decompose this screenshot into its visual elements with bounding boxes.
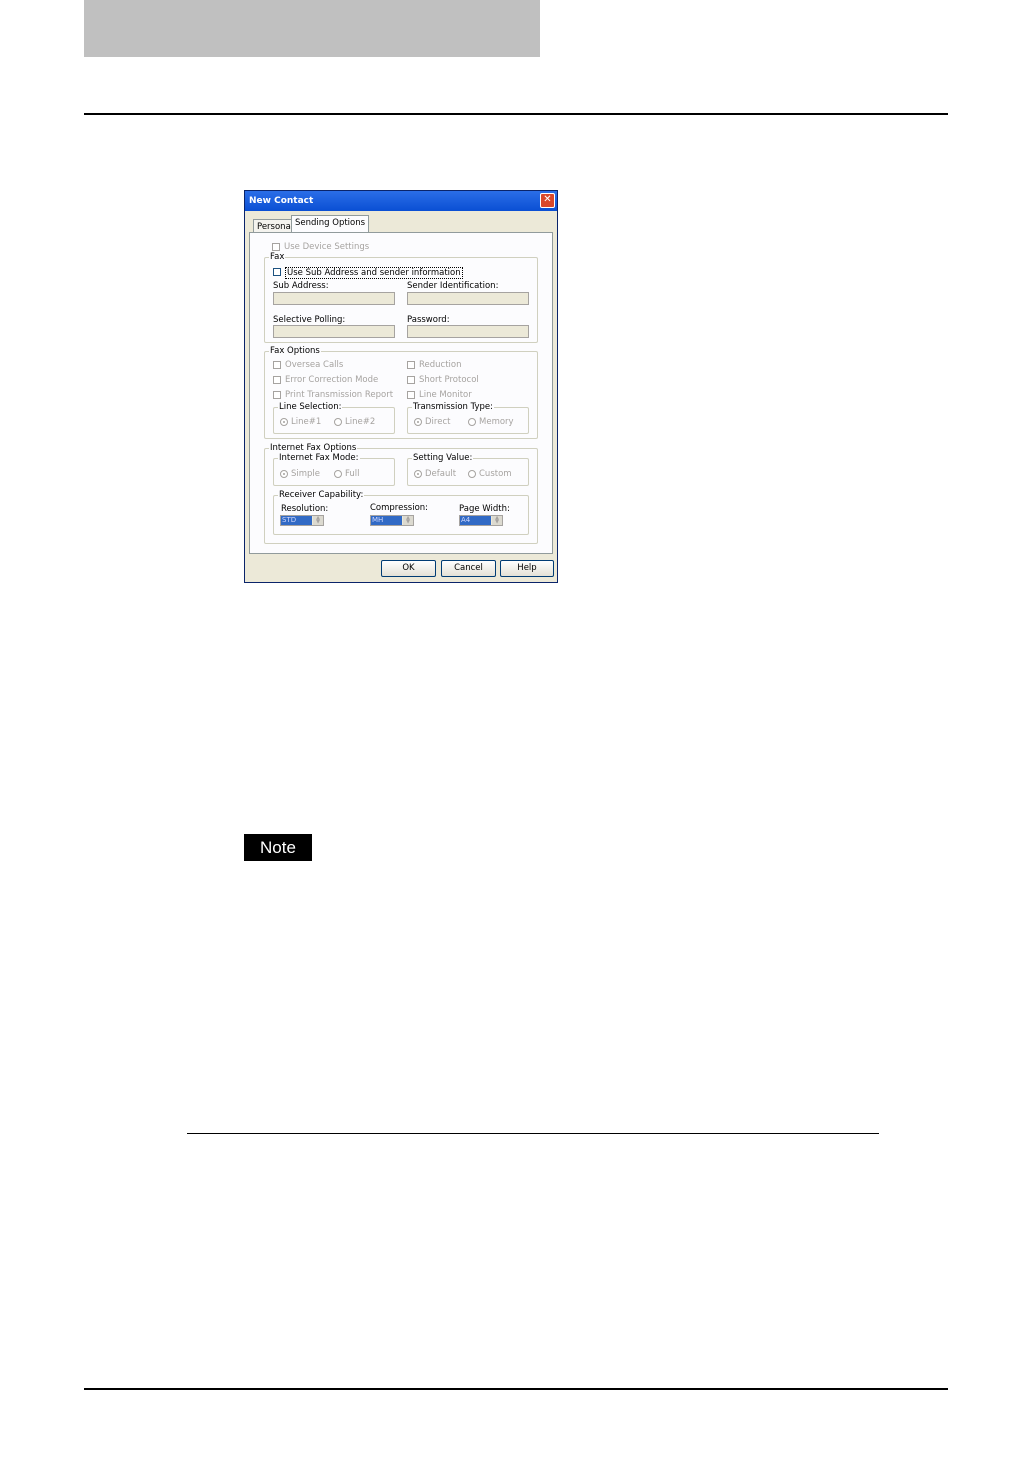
- bottom-rule: [84, 1388, 948, 1390]
- print-report-checkbox[interactable]: [273, 391, 281, 399]
- default-label: Default: [425, 469, 457, 479]
- reduction-label: Reduction: [419, 360, 462, 370]
- memory-radio[interactable]: [468, 418, 476, 426]
- print-report-label: Print Transmission Report: [285, 390, 394, 400]
- line1-label: Line#1: [291, 417, 322, 427]
- full-radio[interactable]: [334, 470, 342, 478]
- default-radio[interactable]: [414, 470, 422, 478]
- line2-label: Line#2: [345, 417, 376, 427]
- help-button[interactable]: Help: [500, 560, 554, 577]
- close-icon[interactable]: ✕: [540, 193, 555, 208]
- line-selection-group: Line Selection: Line#1 Line#2: [273, 402, 395, 434]
- use-sub-address-label: Use Sub Address and sender information: [285, 267, 463, 279]
- selective-polling-input[interactable]: [273, 325, 395, 338]
- spin-arrows-icon[interactable]: ▲ ▼: [492, 516, 502, 525]
- line-monitor-checkbox[interactable]: [407, 391, 415, 399]
- ecm-label: Error Correction Mode: [285, 375, 379, 385]
- page-width-label: Page Width:: [459, 504, 510, 514]
- page-width-value: A4: [460, 516, 491, 525]
- line-selection-title: Line Selection:: [278, 402, 343, 412]
- transmission-type-title: Transmission Type:: [412, 402, 494, 412]
- sender-id-input[interactable]: [407, 292, 529, 305]
- full-label: Full: [345, 469, 360, 479]
- compression-label: Compression:: [370, 503, 429, 513]
- password-input[interactable]: [407, 325, 529, 338]
- simple-label: Simple: [291, 469, 321, 479]
- receiver-capability-group: Receiver Capability: Resolution: STD ▲ ▼ …: [273, 490, 529, 535]
- resolution-label: Resolution:: [281, 504, 329, 514]
- internet-fax-mode-group: Internet Fax Mode: Simple Full: [273, 453, 395, 486]
- line2-radio[interactable]: [334, 418, 342, 426]
- spin-arrows-icon[interactable]: ▲ ▼: [313, 516, 323, 525]
- oversea-calls-checkbox[interactable]: [273, 361, 281, 369]
- mid-rule: [187, 1133, 879, 1134]
- oversea-calls-label: Oversea Calls: [285, 360, 344, 370]
- note-badge: Note: [244, 834, 312, 861]
- new-contact-dialog: New Contact ✕ Personal Sending Options U…: [244, 190, 558, 583]
- sub-address-input[interactable]: [273, 292, 395, 305]
- selective-polling-label: Selective Polling:: [273, 315, 346, 325]
- top-rule: [84, 113, 948, 115]
- setting-value-title: Setting Value:: [412, 453, 474, 463]
- ecm-checkbox[interactable]: [273, 376, 281, 384]
- password-label: Password:: [407, 315, 450, 325]
- line1-radio[interactable]: [280, 418, 288, 426]
- sender-id-label: Sender Identification:: [407, 281, 499, 291]
- dialog-title: New Contact: [249, 196, 314, 206]
- tab-sending-options[interactable]: Sending Options: [291, 215, 370, 233]
- sending-options-panel: Use Device Settings Fax Use Sub Address …: [249, 232, 553, 554]
- direct-radio[interactable]: [414, 418, 422, 426]
- internet-fax-mode-title: Internet Fax Mode:: [278, 453, 360, 463]
- short-protocol-checkbox[interactable]: [407, 376, 415, 384]
- internet-fax-options-group: Internet Fax Options Internet Fax Mode: …: [264, 443, 538, 544]
- setting-value-group: Setting Value: Default Custom: [407, 453, 529, 486]
- cancel-button[interactable]: Cancel: [441, 560, 496, 577]
- ok-button[interactable]: OK: [381, 560, 436, 577]
- short-protocol-label: Short Protocol: [419, 375, 479, 385]
- header-bar: [84, 0, 540, 57]
- compression-value: MH: [371, 516, 402, 525]
- use-sub-address-checkbox[interactable]: [273, 268, 281, 276]
- fax-group: Fax Use Sub Address and sender informati…: [264, 252, 538, 343]
- fax-group-title: Fax: [269, 252, 286, 262]
- compression-spinner[interactable]: MH ▲ ▼: [370, 515, 414, 526]
- sub-address-label: Sub Address:: [273, 281, 329, 291]
- fax-options-title: Fax Options: [269, 346, 321, 356]
- transmission-type-group: Transmission Type: Direct Memory: [407, 402, 529, 434]
- use-device-settings-checkbox[interactable]: [272, 243, 280, 251]
- fax-options-group: Fax Options Oversea Calls Error Correcti…: [264, 346, 538, 439]
- dialog-titlebar: New Contact ✕: [245, 191, 557, 211]
- reduction-checkbox[interactable]: [407, 361, 415, 369]
- page-width-spinner[interactable]: A4 ▲ ▼: [459, 515, 503, 526]
- use-device-settings-label: Use Device Settings: [284, 242, 370, 252]
- custom-label: Custom: [479, 469, 512, 479]
- resolution-spinner[interactable]: STD ▲ ▼: [280, 515, 324, 526]
- memory-label: Memory: [479, 417, 514, 427]
- receiver-capability-title: Receiver Capability:: [278, 490, 365, 500]
- spin-arrows-icon[interactable]: ▲ ▼: [403, 516, 413, 525]
- line-monitor-label: Line Monitor: [419, 390, 472, 400]
- resolution-value: STD: [281, 516, 312, 525]
- simple-radio[interactable]: [280, 470, 288, 478]
- custom-radio[interactable]: [468, 470, 476, 478]
- internet-fax-options-title: Internet Fax Options: [269, 443, 358, 453]
- direct-label: Direct: [425, 417, 451, 427]
